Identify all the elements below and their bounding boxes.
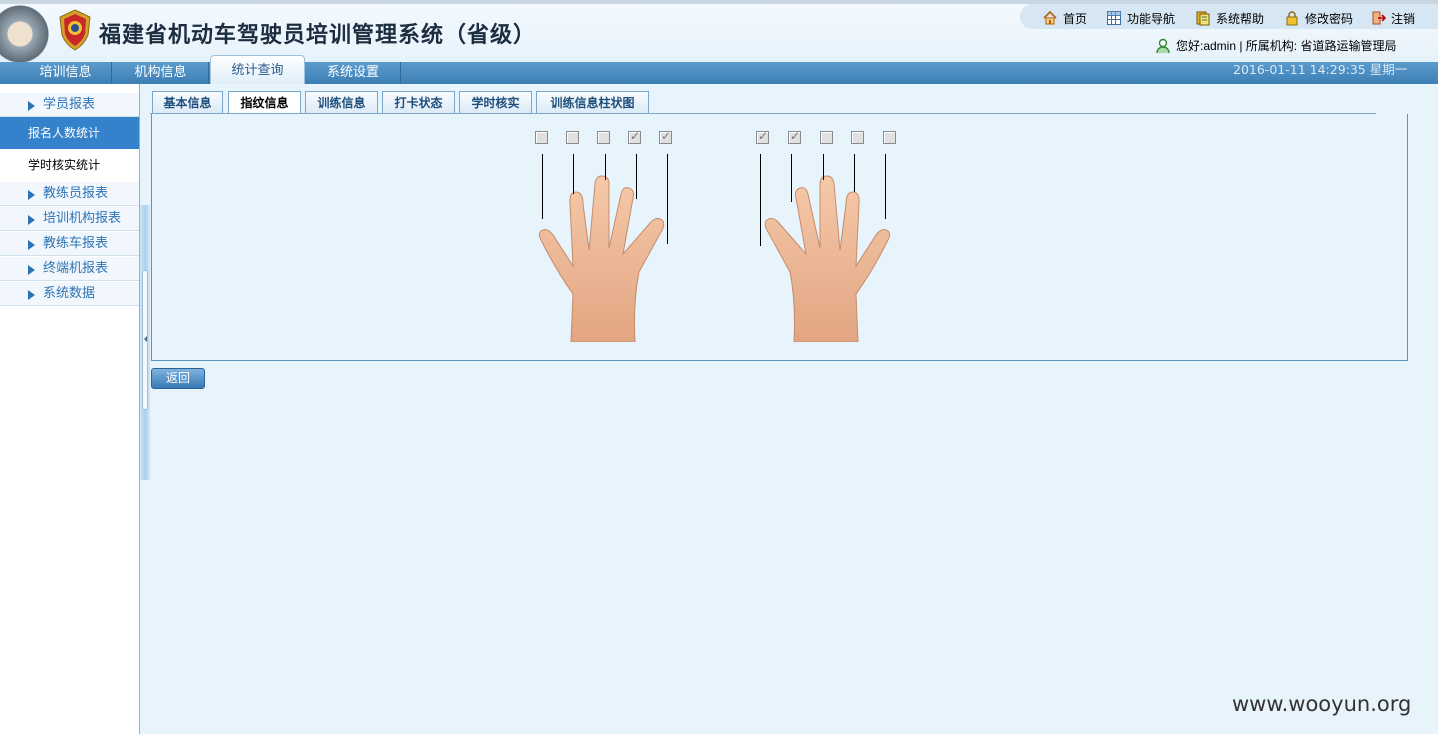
left-hand-finger-checkbox[interactable]: [566, 131, 579, 144]
left-hand-finger-checkbox[interactable]: ✓: [628, 129, 641, 144]
sidebar-group-label: 教练车报表: [43, 236, 109, 251]
check-mark-icon: ✓: [758, 129, 769, 143]
tab-training-info[interactable]: 培训信息: [20, 62, 112, 84]
sidebar-group-label: 培训机构报表: [43, 211, 122, 226]
collapse-arrow-icon[interactable]: [144, 336, 147, 342]
lock-icon: [1286, 11, 1298, 26]
finger-line: [885, 154, 886, 219]
watermark: www.wooyun.org: [1232, 692, 1412, 716]
sidebar-group-institution-reports[interactable]: 培训机构报表: [0, 207, 139, 231]
user-icon: [1156, 38, 1170, 53]
right-hand-finger-checkbox[interactable]: [851, 131, 864, 144]
header: 福建省机动车驾驶员培训管理系统（省级） 首页 功能导航 系统帮助 修改密码 注销…: [0, 0, 1438, 62]
help-book-icon: [1196, 11, 1210, 26]
logout-icon: [1372, 11, 1386, 25]
expand-arrow-icon: [28, 265, 35, 275]
app-title: 福建省机动车驾驶员培训管理系统（省级）: [99, 23, 537, 48]
right-hand-finger-checkbox[interactable]: [883, 131, 896, 144]
fingerprint-panel: ✓ ✓ ✓ ✓: [151, 114, 1408, 361]
right-hand-finger-checkbox[interactable]: [820, 131, 833, 144]
top-links-bar: 首页 功能导航 系统帮助 修改密码 注销: [1020, 4, 1438, 29]
sidebar-item-hours-verification-stats[interactable]: 学时核实统计: [0, 149, 139, 181]
change-password-link[interactable]: 修改密码: [1284, 10, 1353, 26]
home-link[interactable]: 首页: [1042, 10, 1087, 26]
current-datetime: 2016-01-11 14:29:35 星期一: [1233, 62, 1408, 77]
logout-link-label: 注销: [1391, 11, 1416, 26]
finger-line: [542, 154, 543, 219]
finger-line: [854, 154, 855, 192]
tab-basic-info[interactable]: 基本信息: [152, 91, 223, 114]
logout-link[interactable]: 注销: [1370, 10, 1415, 26]
tab-org-info[interactable]: 机构信息: [113, 62, 209, 84]
expand-arrow-icon: [28, 215, 35, 225]
sidebar-group-label: 系统数据: [43, 286, 96, 301]
left-hand-image: [538, 175, 665, 342]
tab-practice-bar-chart[interactable]: 训练信息柱状图: [536, 91, 649, 114]
finger-line: [791, 154, 792, 202]
expand-arrow-icon: [28, 290, 35, 300]
change-password-link-label: 修改密码: [1305, 11, 1354, 26]
system-help-link-label: 系统帮助: [1216, 11, 1265, 26]
function-nav-link-label: 功能导航: [1127, 11, 1176, 26]
home-link-label: 首页: [1063, 11, 1088, 26]
sidebar-group-vehicle-reports[interactable]: 教练车报表: [0, 232, 139, 256]
check-mark-icon: ✓: [790, 129, 801, 143]
left-hand-finger-checkbox[interactable]: ✓: [659, 129, 672, 144]
check-mark-icon: ✓: [661, 129, 672, 143]
check-mark-icon: ✓: [630, 129, 641, 143]
finger-line: [605, 154, 606, 180]
tab-system-settings[interactable]: 系统设置: [306, 62, 401, 84]
back-button[interactable]: 返回: [151, 368, 205, 389]
sidebar-item-enrollment-stats[interactable]: 报名人数统计: [0, 117, 139, 149]
function-nav-link[interactable]: 功能导航: [1106, 10, 1175, 26]
sidebar-group-terminal-reports[interactable]: 终端机报表: [0, 257, 139, 281]
steering-wheel-logo: [0, 4, 52, 62]
system-help-link[interactable]: 系统帮助: [1195, 10, 1264, 26]
home-icon: [1043, 10, 1057, 25]
left-hand-finger-checkbox[interactable]: [535, 131, 548, 144]
sidebar-group-label: 教练员报表: [43, 186, 109, 201]
sidebar-group-label: 学员报表: [43, 97, 96, 112]
user-greeting: 您好:admin | 所属机构: 省道路运输管理局: [1176, 39, 1397, 53]
tab-practice-info[interactable]: 训练信息: [305, 91, 378, 114]
sidebar: 学员报表 报名人数统计 学时核实统计 教练员报表 培训机构报表 教练车报表 终端…: [0, 84, 140, 734]
main-nav: 培训信息 机构信息 统计查询 系统设置 2016-01-11 14:29:35 …: [0, 55, 1438, 84]
right-hand-finger-checkbox[interactable]: ✓: [788, 129, 801, 144]
finger-line: [760, 154, 761, 246]
sidebar-group-label: 终端机报表: [43, 261, 109, 276]
tab-statistics[interactable]: 统计查询: [210, 55, 305, 84]
sidebar-group-system-data[interactable]: 系统数据: [0, 282, 139, 306]
right-hand-finger-checkbox[interactable]: ✓: [756, 129, 769, 144]
tab-fingerprint-info[interactable]: 指纹信息: [228, 91, 301, 115]
finger-line: [823, 154, 824, 180]
expand-arrow-icon: [28, 190, 35, 200]
grid-icon: [1107, 11, 1121, 25]
expand-arrow-icon: [28, 101, 35, 111]
emblem-icon: [59, 9, 91, 51]
expand-arrow-icon: [28, 240, 35, 250]
right-hand-image: [764, 175, 891, 342]
tab-hours-verification[interactable]: 学时核实: [459, 91, 532, 114]
tab-clock-status[interactable]: 打卡状态: [382, 91, 455, 114]
sidebar-group-student-reports[interactable]: 学员报表: [0, 93, 139, 117]
user-info: 您好:admin | 所属机构: 省道路运输管理局: [1155, 37, 1396, 54]
finger-line: [636, 154, 637, 199]
sidebar-group-instructor-reports[interactable]: 教练员报表: [0, 182, 139, 206]
finger-line: [573, 154, 574, 194]
finger-line: [667, 154, 668, 244]
left-hand-finger-checkbox[interactable]: [597, 131, 610, 144]
